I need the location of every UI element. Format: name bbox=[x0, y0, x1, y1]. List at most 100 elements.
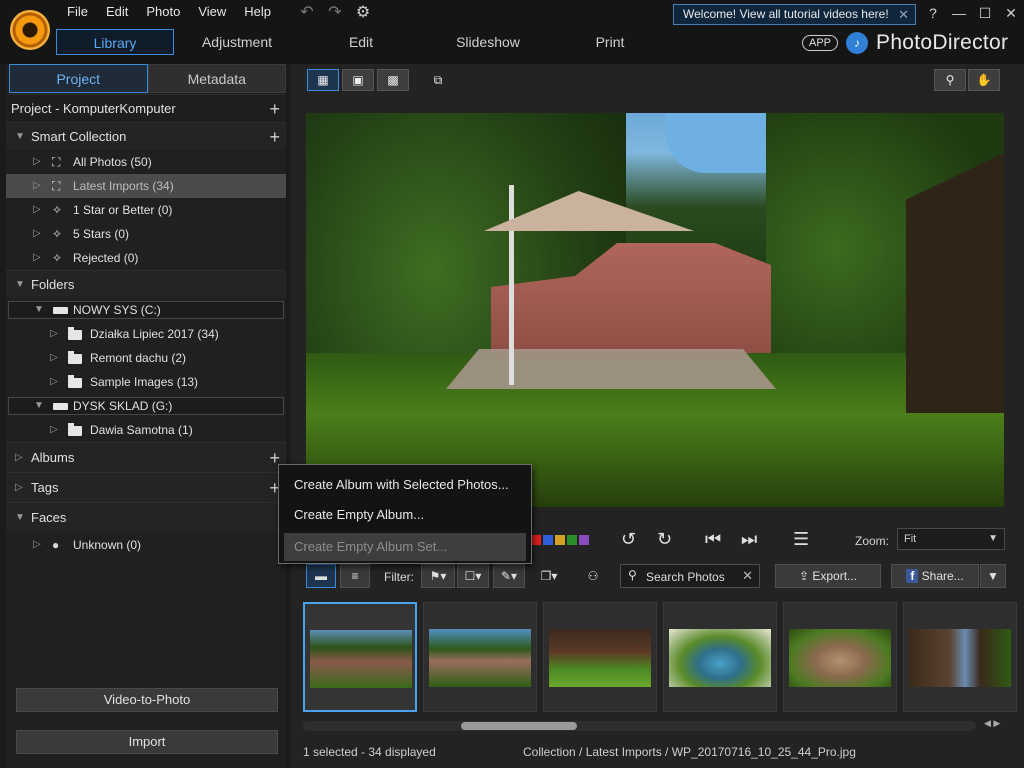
add-icon[interactable]: + bbox=[269, 95, 280, 123]
thumbnail-scrollbar[interactable] bbox=[303, 721, 976, 731]
previous-icon[interactable]: ⏮ bbox=[705, 529, 721, 550]
sort-menu-icon[interactable]: ☰ bbox=[793, 529, 809, 550]
menu-item-create-album-selected[interactable]: Create Album with Selected Photos... bbox=[279, 470, 531, 500]
import-button[interactable]: Import bbox=[16, 730, 278, 754]
next-icon[interactable]: ⏭ bbox=[741, 529, 757, 550]
chevron-right-icon[interactable]: ▷ bbox=[33, 246, 41, 270]
bell-icon[interactable]: ♪ bbox=[846, 32, 869, 54]
close-icon[interactable]: ✕ bbox=[898, 5, 909, 24]
app-badge[interactable]: APP bbox=[802, 35, 839, 51]
flag-filter-icon[interactable]: ⚑▾ bbox=[421, 564, 455, 588]
thumbnail[interactable] bbox=[903, 602, 1017, 712]
chevron-right-icon[interactable]: ▷ bbox=[50, 418, 58, 442]
chevron-down-icon[interactable]: ▼ bbox=[34, 302, 44, 318]
help-button[interactable]: ? bbox=[920, 2, 946, 24]
tab-project[interactable]: Project bbox=[9, 64, 148, 93]
menu-help[interactable]: Help bbox=[235, 3, 280, 21]
chevron-right-icon[interactable]: ▷ bbox=[33, 198, 41, 222]
menu-edit[interactable]: Edit bbox=[97, 3, 137, 21]
rotate-right-icon[interactable]: ↻ bbox=[657, 529, 672, 550]
list-view-icon[interactable]: ≡ bbox=[340, 564, 370, 588]
chevron-right-icon[interactable]: ▷ bbox=[33, 174, 41, 198]
redo-icon[interactable]: ↷ bbox=[326, 2, 344, 22]
menu-file[interactable]: File bbox=[58, 3, 97, 21]
chevron-down-icon[interactable]: ▼ bbox=[15, 503, 25, 533]
menu-item-create-empty-album[interactable]: Create Empty Album... bbox=[279, 500, 531, 530]
tab-edit[interactable]: Edit bbox=[300, 29, 422, 55]
chevron-right-icon[interactable]: ▷ bbox=[33, 532, 41, 558]
gear-icon[interactable]: ⚙ bbox=[354, 2, 372, 22]
tab-library[interactable]: Library bbox=[56, 29, 174, 55]
thumbnail[interactable] bbox=[303, 602, 417, 712]
chevron-right-icon[interactable]: ▷ bbox=[33, 150, 41, 174]
chevron-right-icon[interactable]: ▷ bbox=[50, 346, 58, 370]
chevron-right-icon[interactable]: ▷ bbox=[15, 443, 23, 473]
stack-icon[interactable]: ❐▾ bbox=[535, 564, 563, 588]
tree-item-folder[interactable]: ▷ Remont dachu (2) bbox=[6, 346, 286, 370]
tree-item-folder[interactable]: ▷ Sample Images (13) bbox=[6, 370, 286, 394]
section-smart-collection[interactable]: ▼ Smart Collection + bbox=[6, 122, 286, 150]
scroll-arrows-icon[interactable]: ◀ ▶ bbox=[984, 718, 1000, 729]
photo-preview[interactable] bbox=[306, 113, 1004, 507]
thumbnail[interactable] bbox=[543, 602, 657, 712]
thumbnail[interactable] bbox=[663, 602, 777, 712]
tree-item-rejected[interactable]: ▷ ✧ Rejected (0) bbox=[6, 246, 286, 270]
tab-adjustment[interactable]: Adjustment bbox=[174, 29, 300, 55]
add-person-icon[interactable]: ⚇ bbox=[581, 564, 605, 588]
rotate-left-icon[interactable]: ↺ bbox=[621, 529, 636, 550]
tree-item-1-star[interactable]: ▷ ✧ 1 Star or Better (0) bbox=[6, 198, 286, 222]
tree-item-unknown[interactable]: ▷ ● Unknown (0) bbox=[6, 532, 286, 558]
chevron-down-icon[interactable]: ▼ bbox=[15, 123, 25, 151]
tree-item-latest-imports[interactable]: ▷ ⛶ Latest Imports (34) bbox=[6, 174, 286, 198]
color-label-yellow[interactable] bbox=[555, 535, 565, 545]
share-dropdown-icon[interactable]: ▼ bbox=[980, 564, 1006, 588]
color-label-green[interactable] bbox=[567, 535, 577, 545]
menu-item-create-album-set[interactable]: Create Empty Album Set... bbox=[284, 533, 526, 561]
tree-item-drive-c[interactable]: ▼ NOWY SYS (C:) bbox=[8, 301, 284, 319]
undo-icon[interactable]: ↶ bbox=[298, 2, 316, 22]
zoom-select[interactable]: Fit ▼ bbox=[897, 528, 1005, 550]
chevron-right-icon[interactable]: ▷ bbox=[50, 322, 58, 346]
share-button[interactable]: f Share... bbox=[891, 564, 979, 588]
color-label-red[interactable] bbox=[531, 535, 541, 545]
grid-view-icon[interactable]: ▩ bbox=[377, 69, 409, 91]
tree-item-drive-g[interactable]: ▼ DYSK SKLAD (G:) bbox=[8, 397, 284, 415]
tree-item-5-stars[interactable]: ▷ ✧ 5 Stars (0) bbox=[6, 222, 286, 246]
thumbnail[interactable] bbox=[783, 602, 897, 712]
chevron-down-icon[interactable]: ▼ bbox=[34, 398, 44, 414]
export-button[interactable]: ⇪ Export... bbox=[775, 564, 881, 588]
maximize-button[interactable]: ☐ bbox=[972, 2, 998, 24]
close-button[interactable]: ✕ bbox=[998, 2, 1024, 24]
color-label-blue[interactable] bbox=[543, 535, 553, 545]
tab-slideshow[interactable]: Slideshow bbox=[422, 29, 554, 55]
compare-icon[interactable]: ⧉ bbox=[422, 69, 454, 91]
section-tags[interactable]: ▷ Tags + bbox=[6, 472, 286, 502]
menu-photo[interactable]: Photo bbox=[137, 3, 189, 21]
frame-filter-icon[interactable]: ☐▾ bbox=[457, 564, 489, 588]
clear-search-icon[interactable]: ✕ bbox=[742, 568, 753, 584]
tree-item-folder[interactable]: ▷ Dawia Samotna (1) bbox=[6, 418, 286, 442]
chevron-right-icon[interactable]: ▷ bbox=[50, 370, 58, 394]
welcome-banner[interactable]: Welcome! View all tutorial videos here! … bbox=[673, 4, 916, 25]
tree-item-folder[interactable]: ▷ Działka Lipiec 2017 (34) bbox=[6, 322, 286, 346]
chevron-down-icon[interactable]: ▼ bbox=[15, 271, 25, 299]
scrollbar-thumb[interactable] bbox=[461, 722, 577, 730]
single-photo-icon[interactable]: ▣ bbox=[342, 69, 374, 91]
brush-filter-icon[interactable]: ✎▾ bbox=[493, 564, 525, 588]
thumbnail[interactable] bbox=[423, 602, 537, 712]
menu-view[interactable]: View bbox=[189, 3, 235, 21]
hand-pan-icon[interactable]: ✋ bbox=[968, 69, 1000, 91]
video-to-photo-button[interactable]: Video-to-Photo bbox=[16, 688, 278, 712]
viewer-mode-icon[interactable]: ▦ bbox=[307, 69, 339, 91]
tree-item-all-photos[interactable]: ▷ ⛶ All Photos (50) bbox=[6, 150, 286, 174]
section-folders[interactable]: ▼ Folders bbox=[6, 270, 286, 298]
tab-metadata[interactable]: Metadata bbox=[147, 64, 286, 93]
section-faces[interactable]: ▼ Faces bbox=[6, 502, 286, 532]
minimize-button[interactable]: — bbox=[946, 2, 972, 24]
tab-print[interactable]: Print bbox=[554, 29, 666, 55]
section-albums[interactable]: ▷ Albums + bbox=[6, 442, 286, 472]
chevron-right-icon[interactable]: ▷ bbox=[33, 222, 41, 246]
color-label-purple[interactable] bbox=[579, 535, 589, 545]
filmstrip-view-icon[interactable]: ▬ bbox=[306, 564, 336, 588]
add-icon[interactable]: + bbox=[269, 123, 280, 151]
